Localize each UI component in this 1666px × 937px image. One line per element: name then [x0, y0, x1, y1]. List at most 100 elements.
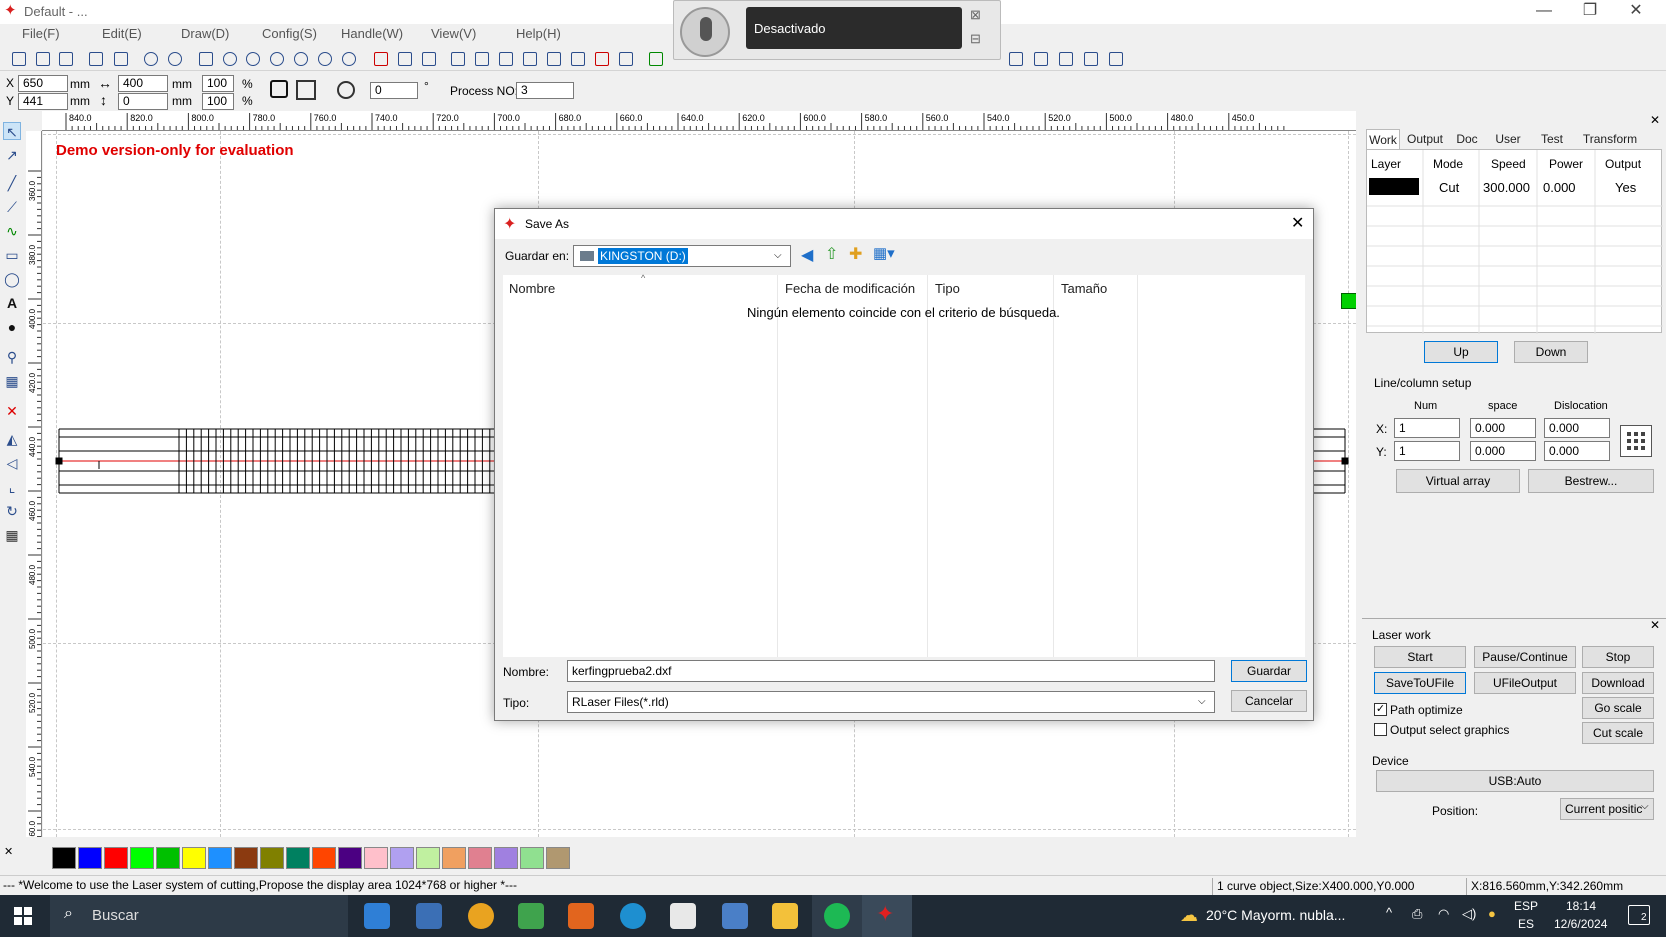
save-file-icon[interactable]: [55, 48, 75, 68]
col-name-header[interactable]: Nombre: [509, 281, 555, 296]
node-tool-icon[interactable]: ↗: [3, 146, 21, 164]
scale-x-input[interactable]: 100: [202, 75, 234, 92]
layer-speed[interactable]: 300.000: [1483, 180, 1530, 195]
col-date-header[interactable]: Fecha de modificación: [785, 281, 915, 296]
ufile-output-button[interactable]: UFileOutput: [1474, 672, 1576, 694]
layer-output[interactable]: Yes: [1615, 180, 1636, 195]
zoom-page-icon[interactable]: [266, 48, 286, 68]
menu-file[interactable]: File(F): [22, 26, 60, 41]
align-icon[interactable]: [567, 48, 587, 68]
align-top-left-icon[interactable]: [1005, 48, 1025, 68]
redo-icon[interactable]: [164, 48, 184, 68]
open-file-icon[interactable]: [32, 48, 52, 68]
tab-test[interactable]: Test: [1532, 129, 1572, 149]
line-tool-icon[interactable]: ╱: [3, 174, 21, 192]
save-location-select[interactable]: KINGSTON (D:) ⌵: [573, 245, 791, 267]
weather-text[interactable]: 20°C Mayorm. nubla...: [1206, 907, 1345, 923]
selection-handle[interactable]: [55, 457, 63, 465]
color-swatch[interactable]: [494, 847, 518, 869]
color-swatch[interactable]: [364, 847, 388, 869]
close-icon[interactable]: ✕: [1613, 0, 1659, 24]
tab-user[interactable]: User: [1488, 129, 1528, 149]
align-bottom-right-icon[interactable]: [1055, 48, 1075, 68]
align-bottom-left-icon[interactable]: [1080, 48, 1100, 68]
up-folder-icon[interactable]: ⇧: [825, 244, 838, 264]
point-tool-icon[interactable]: ●: [3, 318, 21, 336]
menu-handle[interactable]: Handle(W): [341, 26, 403, 41]
view-menu-icon[interactable]: ▦▾: [873, 244, 895, 262]
rotate-tool-icon[interactable]: ↻: [3, 502, 21, 520]
back-icon[interactable]: ◀: [801, 245, 813, 265]
preview-icon[interactable]: [645, 48, 665, 68]
x-space-input[interactable]: 0.000: [1470, 418, 1536, 438]
path-optimize-checkbox[interactable]: ✓: [1374, 703, 1387, 716]
import-icon[interactable]: [85, 48, 105, 68]
delete-tool-icon[interactable]: ✕: [3, 402, 21, 420]
color-swatch[interactable]: [104, 847, 128, 869]
color-swatch[interactable]: [78, 847, 102, 869]
lang-primary[interactable]: ESP: [1514, 899, 1538, 913]
save-to-ufile-button[interactable]: SaveToUFile: [1374, 672, 1466, 694]
stop-button[interactable]: Stop: [1582, 646, 1654, 668]
tab-output[interactable]: Output: [1402, 129, 1448, 149]
x-position-input[interactable]: 650: [18, 75, 68, 92]
origin-tool-icon[interactable]: ⌞: [3, 478, 21, 496]
menu-draw[interactable]: Draw(D): [181, 26, 229, 41]
color-swatch[interactable]: [520, 847, 544, 869]
voice-settings-icon[interactable]: ⊟: [970, 31, 981, 47]
color-swatch[interactable]: [442, 847, 466, 869]
align-center-icon[interactable]: [1105, 48, 1125, 68]
go-scale-button[interactable]: Go scale: [1582, 697, 1654, 719]
cut-scale-button[interactable]: Cut scale: [1582, 722, 1654, 744]
array-icon[interactable]: [519, 48, 539, 68]
color-swatch[interactable]: [182, 847, 206, 869]
panel-close-icon[interactable]: ✕: [1650, 113, 1660, 127]
notifications-icon[interactable]: 2: [1628, 905, 1650, 925]
windows-start-icon[interactable]: [14, 907, 32, 925]
color-swatch[interactable]: [390, 847, 414, 869]
zoom-in-icon[interactable]: [219, 48, 239, 68]
y-num-input[interactable]: 1: [1394, 441, 1460, 461]
lang-secondary[interactable]: ES: [1518, 917, 1534, 931]
device-select[interactable]: USB:Auto: [1376, 770, 1654, 792]
layer-icon[interactable]: [615, 48, 635, 68]
array-tool-icon[interactable]: ▦: [3, 526, 21, 544]
cancel-button[interactable]: Cancelar: [1231, 690, 1307, 712]
menu-view[interactable]: View(V): [431, 26, 476, 41]
tray-chevron-icon[interactable]: ^: [1386, 905, 1392, 920]
select-box-icon[interactable]: [370, 48, 390, 68]
offset-tool-icon[interactable]: ◁: [3, 454, 21, 472]
angle-input[interactable]: 0: [370, 82, 418, 99]
clock-date[interactable]: 12/6/2024: [1554, 917, 1607, 931]
y-space-input[interactable]: 0.000: [1470, 441, 1536, 461]
restore-icon[interactable]: ❐: [1567, 0, 1613, 24]
color-swatch[interactable]: [208, 847, 232, 869]
curve-icon[interactable]: [447, 48, 467, 68]
microphone-icon[interactable]: [680, 7, 730, 57]
cad-app-icon[interactable]: [518, 903, 544, 929]
layer-mode[interactable]: Cut: [1439, 180, 1459, 195]
position-select[interactable]: Current positic: [1560, 798, 1654, 820]
zoom-select-icon[interactable]: [290, 48, 310, 68]
node-edit-icon[interactable]: [394, 48, 414, 68]
menu-edit[interactable]: Edit(E): [102, 26, 142, 41]
output-select-checkbox[interactable]: [1374, 723, 1387, 736]
python-app-icon[interactable]: [722, 903, 748, 929]
store-app-icon[interactable]: [416, 903, 442, 929]
new-folder-icon[interactable]: ✚: [849, 244, 862, 264]
width-input[interactable]: 400: [118, 75, 168, 92]
col-size-header[interactable]: Tamaño: [1061, 281, 1107, 296]
select-tool-icon[interactable]: ↖: [3, 122, 21, 140]
polyline-tool-icon[interactable]: ⟋: [3, 198, 21, 216]
file-explorer-icon[interactable]: [772, 903, 798, 929]
align-top-right-icon[interactable]: [1030, 48, 1050, 68]
file-name-input[interactable]: kerfingprueba2.dxf: [567, 660, 1215, 682]
distribute-icon[interactable]: [543, 48, 563, 68]
selection-handle[interactable]: [1341, 457, 1349, 465]
color-swatch[interactable]: [156, 847, 180, 869]
barcode-tool-icon[interactable]: ▦: [3, 372, 21, 390]
mirror-tool-icon[interactable]: ◭: [3, 430, 21, 448]
menu-config[interactable]: Config(S): [262, 26, 317, 41]
color-swatch[interactable]: [468, 847, 492, 869]
smooth-icon[interactable]: [418, 48, 438, 68]
